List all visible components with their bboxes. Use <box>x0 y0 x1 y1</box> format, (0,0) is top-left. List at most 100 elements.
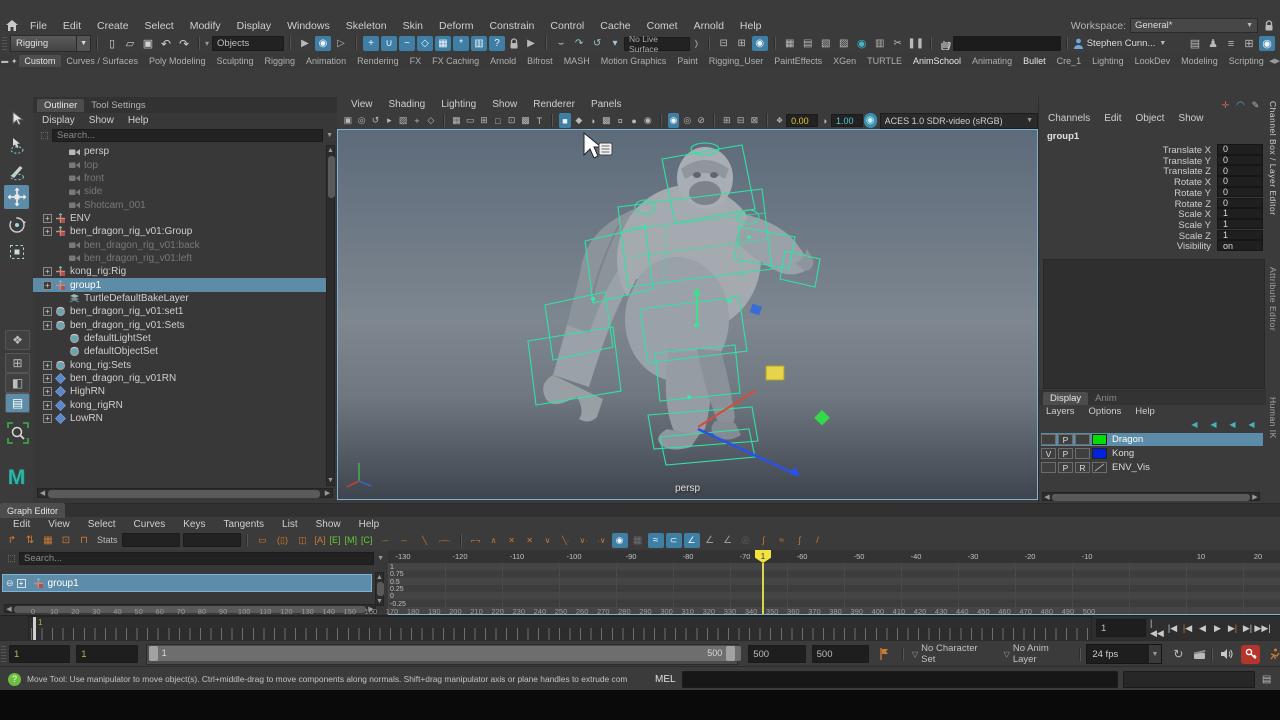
outliner-search-input[interactable] <box>57 130 318 141</box>
xray-icon[interactable]: ◉ <box>668 113 680 128</box>
bookmark-icon[interactable]: ▸ <box>383 113 395 128</box>
shelf-tab-painteffects[interactable]: PaintEffects <box>769 55 828 67</box>
expand-toggle[interactable]: + <box>43 214 52 223</box>
unify-tangents-icon[interactable]: ∧ <box>486 533 502 548</box>
live-surface-field[interactable]: No Live Surface <box>624 37 690 51</box>
scroll-left-arrow[interactable]: ◀ <box>1043 493 1051 500</box>
shelf-tab-paint[interactable]: Paint <box>672 55 704 67</box>
highlight-selection-icon[interactable]: ▶ <box>523 36 539 51</box>
plugin-a-icon[interactable]: ⊞ <box>721 113 733 128</box>
menu-edit[interactable]: Edit <box>55 20 89 32</box>
textured-icon[interactable]: ◑ <box>587 113 599 128</box>
shelf-tab-rigging-user[interactable]: Rigging_User <box>703 55 769 67</box>
selected-layer-icon[interactable]: ◀ <box>1243 417 1260 432</box>
graph-menu-select[interactable]: Select <box>79 519 125 530</box>
spline-snap-icon[interactable]: ∙∨ <box>594 533 610 548</box>
playblast-icon[interactable] <box>1193 649 1206 660</box>
layout-single-pane-icon[interactable]: ❖ <box>5 330 30 350</box>
workspace-lock-icon[interactable] <box>1264 20 1274 32</box>
cut-icon[interactable]: ✂ <box>890 36 906 51</box>
snap-to-grid-icon[interactable]: + <box>363 36 379 51</box>
layer-row-kong[interactable]: VPKong <box>1041 447 1263 460</box>
side-tab-attribute-editor[interactable]: Attribute Editor <box>1268 267 1278 331</box>
viewport-menu-view[interactable]: View <box>343 99 381 110</box>
select-hierarchy-icon[interactable]: ▶ <box>297 36 313 51</box>
play-backwards-button[interactable]: ◀ <box>1195 619 1210 637</box>
outliner-item-shotcam-001[interactable]: Shotcam_001 <box>33 198 326 211</box>
xray-joints-icon[interactable]: ◎ <box>681 113 693 128</box>
pause-icon[interactable]: ❚❚ <box>908 36 924 51</box>
scroll-down-arrow[interactable]: ▼ <box>376 597 383 605</box>
spline-tangent-icon[interactable]: [E] <box>330 535 341 545</box>
channel-attr-value[interactable]: 1 <box>1217 219 1263 230</box>
shelf-tab-scripting[interactable]: Scripting <box>1223 55 1269 67</box>
input-connection-icon[interactable]: ⊟ <box>716 36 732 51</box>
node-editor-icon[interactable]: ≡ <box>1223 36 1239 51</box>
menu-windows[interactable]: Windows <box>279 20 338 32</box>
current-frame-field[interactable]: 1 <box>1096 619 1146 637</box>
channel-attr-value[interactable]: 0 <box>1217 155 1263 166</box>
stopwatch-icon[interactable]: ◉ <box>612 533 628 548</box>
insert-keys-tool-icon[interactable]: ⇅ <box>22 533 38 548</box>
outliner-menu-display[interactable]: Display <box>35 115 82 126</box>
layer-playback-toggle[interactable]: P <box>1058 462 1073 473</box>
menu-set-selector[interactable]: Rigging ▼ <box>10 35 91 52</box>
outliner-item-ben-dragon-rig-v01-set1[interactable]: +ben_dragon_rig_v01:set1 <box>33 305 326 318</box>
retime-tool-icon[interactable]: ⊓ <box>76 533 92 548</box>
outliner-item-ben-dragon-rig-v01-left[interactable]: ben_dragon_rig_v01:left <box>33 252 326 265</box>
outliner-item-side[interactable]: side <box>33 185 326 198</box>
layer-color-swatch[interactable] <box>1092 462 1107 473</box>
shelf-tab-custom[interactable]: Custom <box>19 55 61 67</box>
panel-layout-icon[interactable]: ⊞ <box>1241 36 1257 51</box>
grid-icon[interactable]: ▦ <box>451 113 463 128</box>
expand-toggle[interactable]: + <box>43 414 52 423</box>
home-icon[interactable] <box>6 20 18 31</box>
time-snap-icon[interactable]: ∨ <box>540 533 556 548</box>
layer-row-env_vis[interactable]: PRENV_Vis <box>1041 461 1263 474</box>
bookmark-icon[interactable] <box>879 648 889 660</box>
gamma-field[interactable]: 1.00 <box>831 114 863 127</box>
linear-tangent-icon[interactable]: ╲ <box>416 533 434 548</box>
outliner-vscroll-thumb[interactable] <box>328 156 335 198</box>
shelf-tab-turtle[interactable]: TURTLE <box>862 55 908 67</box>
color-management-icon[interactable]: ◉ <box>864 113 877 128</box>
rotate-tool[interactable] <box>4 213 29 237</box>
outliner-item-kong-rigrn[interactable]: +kong_rigRN <box>33 399 326 412</box>
playback-loop-icon[interactable]: ↻ <box>1170 647 1186 662</box>
graph-menu-view[interactable]: View <box>39 519 79 530</box>
curve-smoothness-coarse-icon[interactable]: ∫ <box>756 533 772 548</box>
move-layer-down-icon[interactable]: ◀ <box>1205 417 1222 432</box>
current-time-indicator[interactable] <box>33 617 36 640</box>
shelf-tab-fx[interactable]: FX <box>404 55 427 67</box>
image-plane-icon[interactable]: ▨ <box>397 113 409 128</box>
move-keys-tool-icon[interactable]: ↱ <box>4 533 20 548</box>
use-default-material-icon[interactable]: ▩ <box>601 113 613 128</box>
scroll-right-arrow[interactable]: ▶ <box>323 489 332 497</box>
curve-smoothness-fine-icon[interactable]: ʃ <box>792 533 808 548</box>
scroll-down-arrow[interactable]: ▼ <box>327 476 334 485</box>
auto-key-button[interactable] <box>1241 645 1260 664</box>
quick-input-field[interactable] <box>953 36 1061 51</box>
safe-title-icon[interactable]: T <box>533 113 545 128</box>
scroll-left-arrow[interactable]: ◀ <box>38 489 47 497</box>
channelbox-menu-object[interactable]: Object <box>1129 113 1172 124</box>
outliner-hscrollbar[interactable]: ◀▶ <box>37 488 333 498</box>
graph-channel-item-group1[interactable]: ⊖+group1 <box>2 574 372 592</box>
ao-icon[interactable]: ◉ <box>642 113 654 128</box>
camera-attributes-icon[interactable]: ↺ <box>370 113 382 128</box>
outliner-item-turtledefaultbakelayer[interactable]: TurtleDefaultBakeLayer <box>33 292 326 305</box>
frame-all-icon[interactable]: ▭ <box>254 533 272 548</box>
shelf-menu-icon[interactable]: ▬ <box>1 54 8 69</box>
outliner-item-kong-rig-rig[interactable]: +kong_rig:Rig <box>33 265 326 278</box>
layer-menu-layers[interactable]: Layers <box>1039 406 1082 417</box>
shelf-tab-fx-caching[interactable]: FX Caching <box>427 55 485 67</box>
character-set-selector[interactable]: No Character Set <box>921 643 994 665</box>
expand-toggle[interactable]: + <box>43 227 52 236</box>
layer-playback-toggle[interactable]: P <box>1058 434 1073 445</box>
playhead-line[interactable] <box>762 563 764 614</box>
step-forward-frame-button[interactable]: ▶| <box>1240 619 1255 637</box>
fixed-tangent-icon[interactable]: ∙—∙ <box>436 533 454 548</box>
tab-anim[interactable]: Anim <box>1088 392 1124 405</box>
shelf-tab-arnold[interactable]: Arnold <box>485 55 522 67</box>
range-handle-left[interactable] <box>149 646 158 661</box>
